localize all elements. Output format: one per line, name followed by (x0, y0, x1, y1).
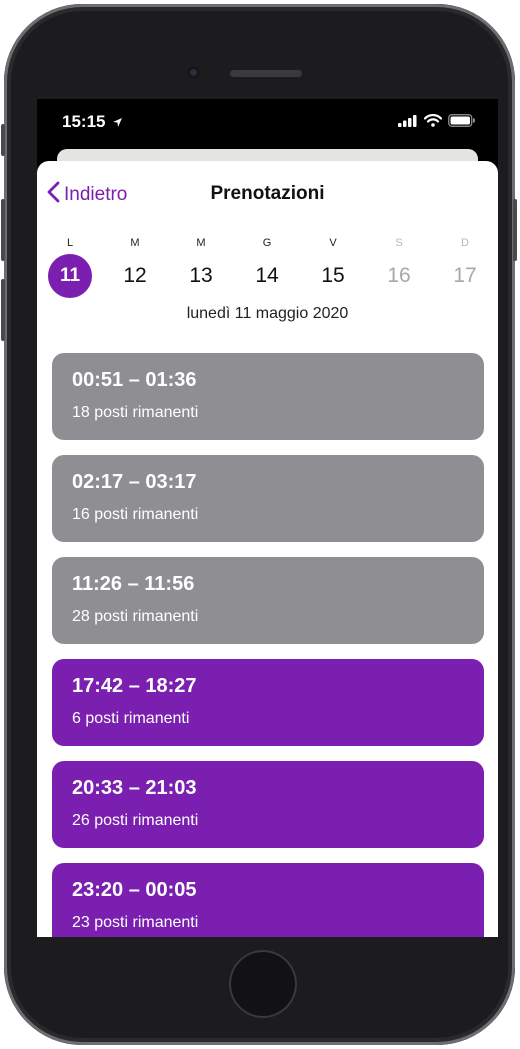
time-slot-card[interactable]: 11:26 – 11:56 28 posti rimanenti (52, 557, 484, 644)
time-slot-card[interactable]: 20:33 – 21:03 26 posti rimanenti (52, 761, 484, 848)
weekday-label: V (329, 237, 337, 249)
day-15[interactable]: 15 (311, 254, 355, 298)
day-13[interactable]: 13 (179, 254, 223, 298)
day-12[interactable]: 12 (113, 254, 157, 298)
power-button (513, 199, 517, 261)
earpiece-speaker (230, 70, 302, 77)
time-slot-range: 17:42 – 18:27 (72, 675, 197, 697)
weekday-label: G (262, 237, 272, 249)
time-slot-card[interactable]: 02:17 – 03:17 16 posti rimanenti (52, 455, 484, 542)
front-camera (187, 66, 200, 79)
status-time: 15:15 (62, 112, 123, 133)
time-slot-range: 02:17 – 03:17 (72, 471, 197, 493)
phone-frame: 15:15 Indietro Prenotazioni L M M G V S … (1, 4, 517, 1045)
time-slot-seats: 23 posti rimanenti (72, 914, 199, 931)
day-picker: 11 12 13 14 15 16 17 (37, 254, 498, 298)
weekday-label: L (66, 237, 74, 249)
wifi-icon (423, 114, 443, 132)
day-11-selected[interactable]: 11 (48, 254, 92, 298)
time-slot-range: 11:26 – 11:56 (72, 573, 195, 595)
time-slot-range: 23:20 – 00:05 (72, 879, 197, 901)
location-arrow-icon (112, 113, 123, 133)
cellular-signal-icon (398, 114, 418, 132)
time-slot-card[interactable]: 00:51 – 01:36 18 posti rimanenti (52, 353, 484, 440)
weekday-label: D (461, 237, 469, 249)
time-slot-card[interactable]: 23:20 – 00:05 23 posti rimanenti (52, 863, 484, 937)
time-slot-seats: 28 posti rimanenti (72, 608, 199, 625)
time-slot-card[interactable]: 17:42 – 18:27 6 posti rimanenti (52, 659, 484, 746)
status-time-text: 15:15 (62, 112, 106, 131)
volume-down-button (1, 279, 5, 341)
weekday-label: S (395, 237, 403, 249)
home-button[interactable] (229, 950, 297, 1018)
day-16-disabled: 16 (387, 264, 411, 287)
battery-icon (448, 114, 476, 132)
time-slot-seats: 6 posti rimanenti (72, 710, 190, 727)
weekday-label: M (130, 237, 140, 249)
time-slot-range: 20:33 – 21:03 (72, 777, 197, 799)
time-slot-list: 00:51 – 01:36 18 posti rimanenti 02:17 –… (52, 353, 484, 937)
screen: 15:15 Indietro Prenotazioni L M M G V S … (37, 99, 498, 937)
mute-switch (1, 124, 5, 156)
bookings-sheet: Indietro Prenotazioni L M M G V S D 11 1… (37, 161, 498, 937)
weekday-row: L M M G V S D (37, 237, 498, 251)
time-slot-seats: 16 posti rimanenti (72, 506, 199, 523)
navigation-bar: Indietro Prenotazioni (37, 161, 498, 223)
day-14[interactable]: 14 (245, 254, 289, 298)
time-slot-range: 00:51 – 01:36 (72, 369, 197, 391)
volume-up-button (1, 199, 5, 261)
status-bar: 15:15 (37, 99, 498, 147)
time-slot-seats: 26 posti rimanenti (72, 812, 199, 829)
time-slot-seats: 18 posti rimanenti (72, 404, 199, 421)
page-title: Prenotazioni (210, 183, 325, 204)
selected-date-label: lunedì 11 maggio 2020 (186, 305, 349, 322)
weekday-label: M (196, 237, 206, 249)
status-icons (398, 114, 476, 132)
day-17-disabled: 17 (453, 264, 477, 287)
